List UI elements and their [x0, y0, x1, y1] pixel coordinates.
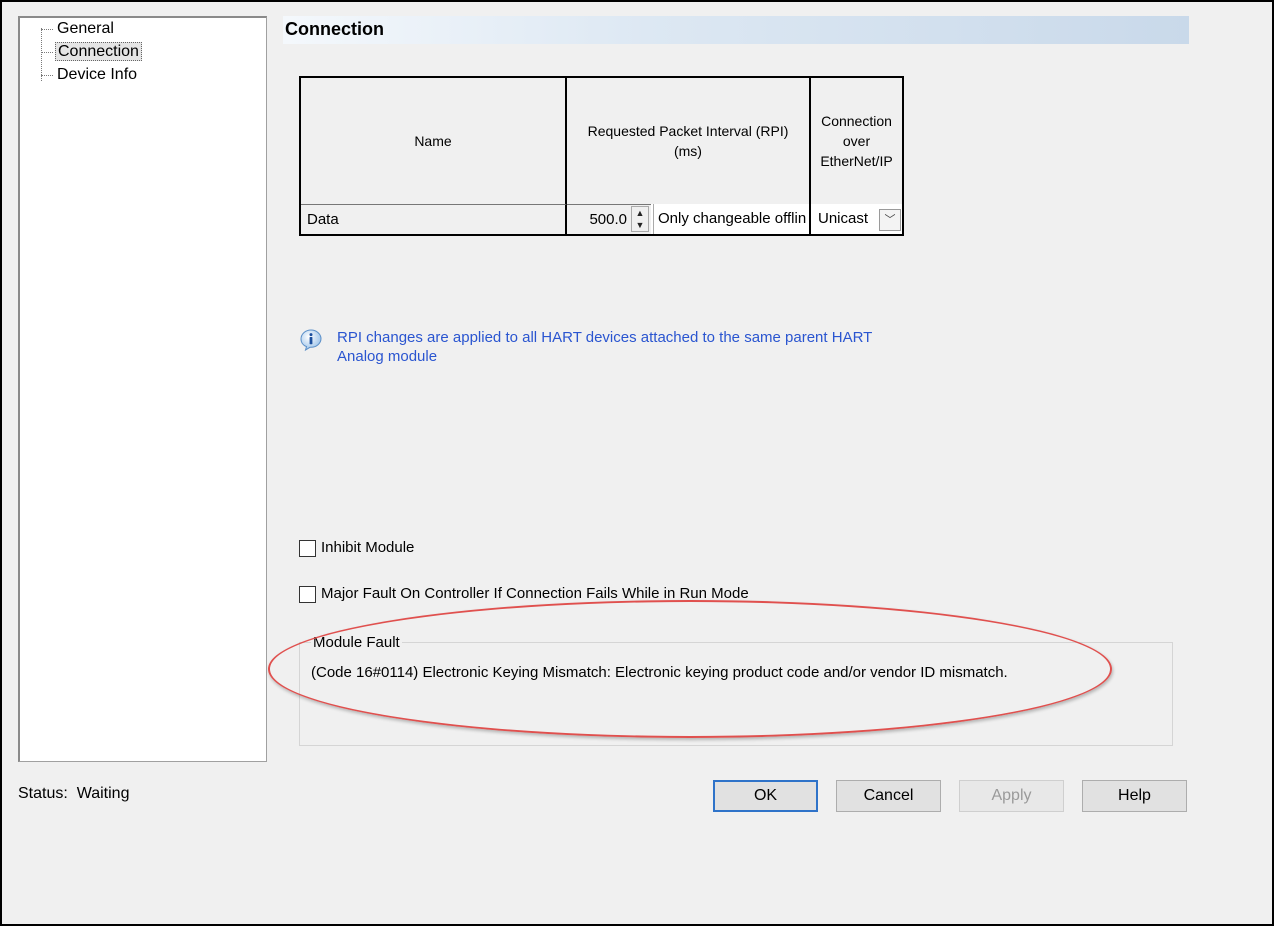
- column-header-label: Requested Packet Interval (RPI) (ms): [587, 123, 789, 159]
- apply-button[interactable]: Apply: [959, 780, 1064, 812]
- column-header-connection[interactable]: Connection over EtherNet/IP: [809, 76, 904, 206]
- checkbox-label: Inhibit Module: [321, 539, 415, 556]
- connection-type-value: Unicast: [818, 210, 869, 227]
- tree-item-label: Connection: [55, 42, 142, 61]
- cancel-button[interactable]: Cancel: [836, 780, 941, 812]
- status-value: Waiting: [76, 785, 130, 802]
- status-bar: Status: Waiting: [18, 785, 129, 803]
- tree-connector: [41, 28, 53, 30]
- table-row: Data 500.0 ▲ ▼ Only changeable offlin Un…: [299, 204, 904, 236]
- rpi-note-cell: Only changeable offlin: [653, 204, 811, 234]
- checkbox-box[interactable]: [299, 585, 316, 603]
- row-name-cell: Data: [301, 204, 567, 234]
- module-fault-group: [299, 642, 1173, 746]
- tree-item-label: General: [57, 20, 114, 37]
- inhibit-module-checkbox[interactable]: Inhibit Module: [299, 539, 414, 559]
- info-icon: [300, 329, 322, 352]
- column-header-label: Name: [414, 133, 452, 149]
- module-fault-legend: Module Fault: [311, 634, 402, 652]
- column-header-name[interactable]: Name: [299, 76, 567, 206]
- tree-item-general[interactable]: General: [41, 18, 116, 40]
- module-fault-message: (Code 16#0114) Electronic Keying Mismatc…: [311, 664, 1008, 681]
- category-tree: General Connection Device Info: [18, 16, 267, 762]
- rpi-spinner[interactable]: ▲ ▼: [631, 206, 649, 232]
- tree-connector: [41, 51, 53, 53]
- help-button[interactable]: Help: [1082, 780, 1187, 812]
- spin-down-icon[interactable]: ▼: [632, 219, 648, 231]
- column-header-label: Connection over EtherNet/IP: [820, 113, 893, 169]
- checkbox-label: Major Fault On Controller If Connection …: [321, 585, 749, 602]
- chevron-down-icon[interactable]: ﹀: [879, 209, 901, 231]
- spin-up-icon[interactable]: ▲: [632, 207, 648, 219]
- major-fault-checkbox[interactable]: Major Fault On Controller If Connection …: [299, 585, 749, 605]
- tree-item-device-info[interactable]: Device Info: [41, 64, 139, 86]
- checkbox-box[interactable]: [299, 539, 316, 557]
- section-title: Connection: [283, 16, 1189, 44]
- ok-button[interactable]: OK: [713, 780, 818, 812]
- rpi-info-message: RPI changes are applied to all HART devi…: [337, 329, 873, 365]
- tree-item-label: Device Info: [57, 66, 138, 83]
- column-header-rpi[interactable]: Requested Packet Interval (RPI) (ms): [565, 76, 811, 206]
- connection-grid: Name Requested Packet Interval (RPI) (ms…: [299, 76, 904, 236]
- tree-item-connection[interactable]: Connection: [41, 41, 142, 63]
- status-label: Status:: [18, 785, 68, 802]
- module-properties-dialog: General Connection Device Info Connectio…: [0, 0, 1274, 926]
- tree-connector: [41, 74, 53, 76]
